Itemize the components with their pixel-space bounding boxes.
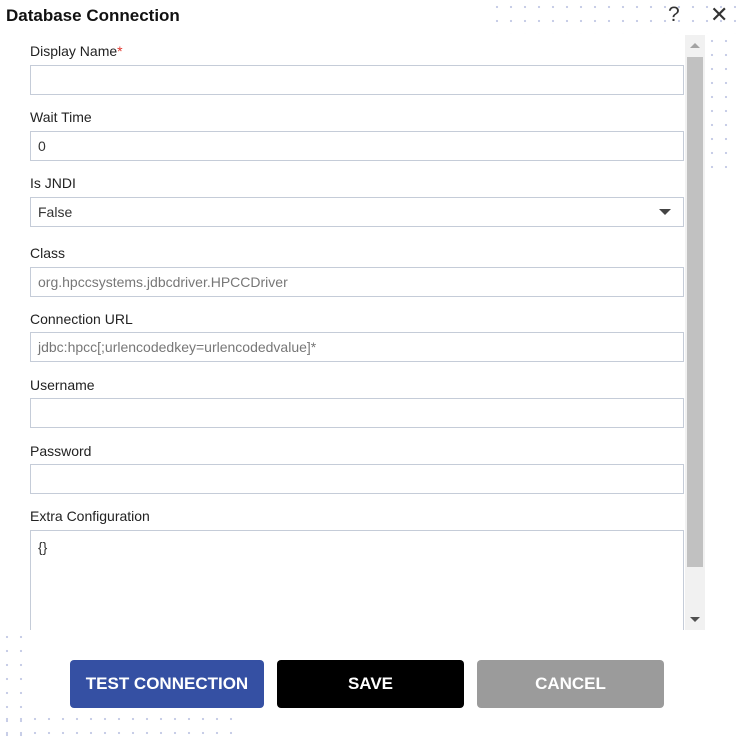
is-jndi-label: Is JNDI [30,175,76,191]
class-label: Class [30,245,66,261]
cancel-button[interactable]: CANCEL [477,660,664,708]
decor-dots-top [490,0,736,34]
wait-time-input[interactable]: 0 [30,131,684,161]
scroll-down-icon[interactable] [690,617,700,622]
form-scroll-area: Display Name* Wait Time 0 Is JNDI False … [0,35,705,630]
decor-dots-right [705,34,736,174]
is-jndi-value: False [38,204,73,220]
username-input[interactable] [30,398,684,428]
scroll-up-icon[interactable] [690,43,700,48]
save-button[interactable]: SAVE [277,660,464,708]
scrollbar-thumb[interactable] [687,57,703,567]
username-label: Username [30,377,95,393]
display-name-input[interactable] [30,65,684,95]
is-jndi-select[interactable]: False [30,197,684,227]
scrollbar[interactable] [685,35,705,630]
close-icon[interactable]: ✕ [710,2,728,28]
chevron-down-icon [659,209,671,215]
password-input[interactable] [30,464,684,494]
test-connection-button[interactable]: TEST CONNECTION [70,660,264,708]
extra-configuration-textarea[interactable]: {} [30,530,684,630]
question-icon[interactable]: ? [668,3,680,27]
password-label: Password [30,443,92,459]
wait-time-label: Wait Time [30,109,92,125]
dialog-title: Database Connection [6,6,180,25]
display-name-label: Display Name* [30,43,123,59]
connection-url-label: Connection URL [30,311,133,327]
class-input[interactable]: org.hpccsystems.jdbcdriver.HPCCDriver [30,267,684,297]
connection-url-input[interactable]: jdbc:hpcc[;urlencodedkey=urlencodedvalue… [30,332,684,362]
extra-configuration-label: Extra Configuration [30,508,150,524]
decor-dots-bottom [0,712,240,739]
